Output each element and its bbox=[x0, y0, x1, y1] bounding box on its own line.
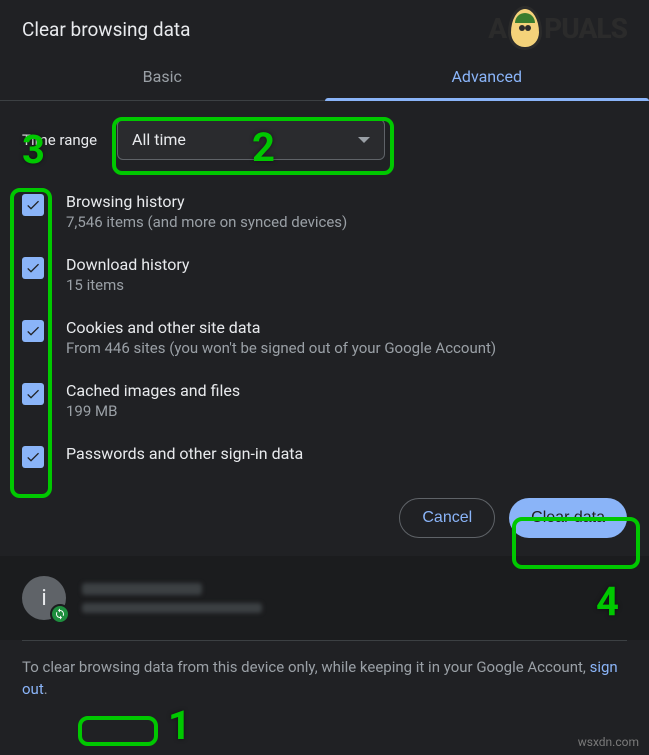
time-range-row: Time range All time bbox=[22, 119, 627, 160]
watermark-text-pre: A bbox=[488, 12, 506, 45]
sync-badge bbox=[50, 604, 70, 624]
account-row: i bbox=[0, 556, 649, 640]
time-range-label: Time range bbox=[22, 131, 97, 149]
option-row[interactable]: Cookies and other site data From 446 sit… bbox=[22, 310, 627, 373]
watermark-logo: A PUALS bbox=[488, 6, 627, 50]
avatar-container: i bbox=[22, 576, 66, 620]
check-icon bbox=[25, 197, 41, 213]
dialog-body: Time range All time Browsing history 7,5… bbox=[0, 101, 649, 484]
option-subtitle: 199 MB bbox=[66, 402, 627, 420]
clear-data-button[interactable]: Clear data bbox=[509, 498, 627, 538]
account-email-redacted bbox=[82, 603, 262, 613]
option-texts: Cached images and files 199 MB bbox=[66, 381, 627, 420]
appuals-mascot-icon bbox=[508, 6, 542, 50]
check-icon bbox=[25, 260, 41, 276]
tab-basic[interactable]: Basic bbox=[0, 53, 325, 100]
option-subtitle: From 446 sites (you won't be signed out … bbox=[66, 339, 627, 357]
dialog-actions: Cancel Clear data bbox=[0, 484, 649, 556]
tabs: Basic Advanced bbox=[0, 53, 649, 101]
check-icon bbox=[25, 323, 41, 339]
check-icon bbox=[25, 449, 41, 465]
time-range-dropdown[interactable]: All time bbox=[117, 119, 385, 160]
cancel-button[interactable]: Cancel bbox=[399, 498, 495, 538]
option-title: Browsing history bbox=[66, 192, 627, 211]
annotation-box-1 bbox=[78, 716, 158, 746]
option-texts: Cookies and other site data From 446 sit… bbox=[66, 318, 627, 357]
account-text bbox=[82, 583, 262, 613]
watermark-text-post: PUALS bbox=[544, 12, 627, 45]
option-texts: Passwords and other sign-in data bbox=[66, 444, 627, 465]
footer-note: To clear browsing data from this device … bbox=[0, 641, 649, 717]
option-row[interactable]: Passwords and other sign-in data bbox=[22, 436, 627, 484]
footer-text-post: . bbox=[44, 680, 48, 698]
checkbox-passwords[interactable] bbox=[22, 446, 44, 468]
checkbox-cookies[interactable] bbox=[22, 320, 44, 342]
checkbox-download-history[interactable] bbox=[22, 257, 44, 279]
chevron-down-icon bbox=[358, 137, 370, 143]
option-texts: Browsing history 7,546 items (and more o… bbox=[66, 192, 627, 231]
option-title: Cookies and other site data bbox=[66, 318, 627, 337]
option-title: Passwords and other sign-in data bbox=[66, 444, 627, 463]
check-icon bbox=[25, 386, 41, 402]
option-texts: Download history 15 items bbox=[66, 255, 627, 294]
checkbox-cached[interactable] bbox=[22, 383, 44, 405]
option-title: Download history bbox=[66, 255, 627, 274]
sync-icon bbox=[54, 608, 66, 620]
option-row[interactable]: Browsing history 7,546 items (and more o… bbox=[22, 184, 627, 247]
footer-text-pre: To clear browsing data from this device … bbox=[22, 658, 590, 676]
checkbox-browsing-history[interactable] bbox=[22, 194, 44, 216]
tab-advanced[interactable]: Advanced bbox=[325, 53, 649, 100]
option-title: Cached images and files bbox=[66, 381, 627, 400]
option-row[interactable]: Cached images and files 199 MB bbox=[22, 373, 627, 436]
account-name-redacted bbox=[82, 583, 202, 595]
option-row[interactable]: Download history 15 items bbox=[22, 247, 627, 310]
options-list: Browsing history 7,546 items (and more o… bbox=[22, 184, 627, 484]
watermark-url: wsxdn.com bbox=[578, 735, 639, 749]
option-subtitle: 15 items bbox=[66, 276, 627, 294]
time-range-value: All time bbox=[132, 130, 186, 149]
option-subtitle: 7,546 items (and more on synced devices) bbox=[66, 213, 627, 231]
